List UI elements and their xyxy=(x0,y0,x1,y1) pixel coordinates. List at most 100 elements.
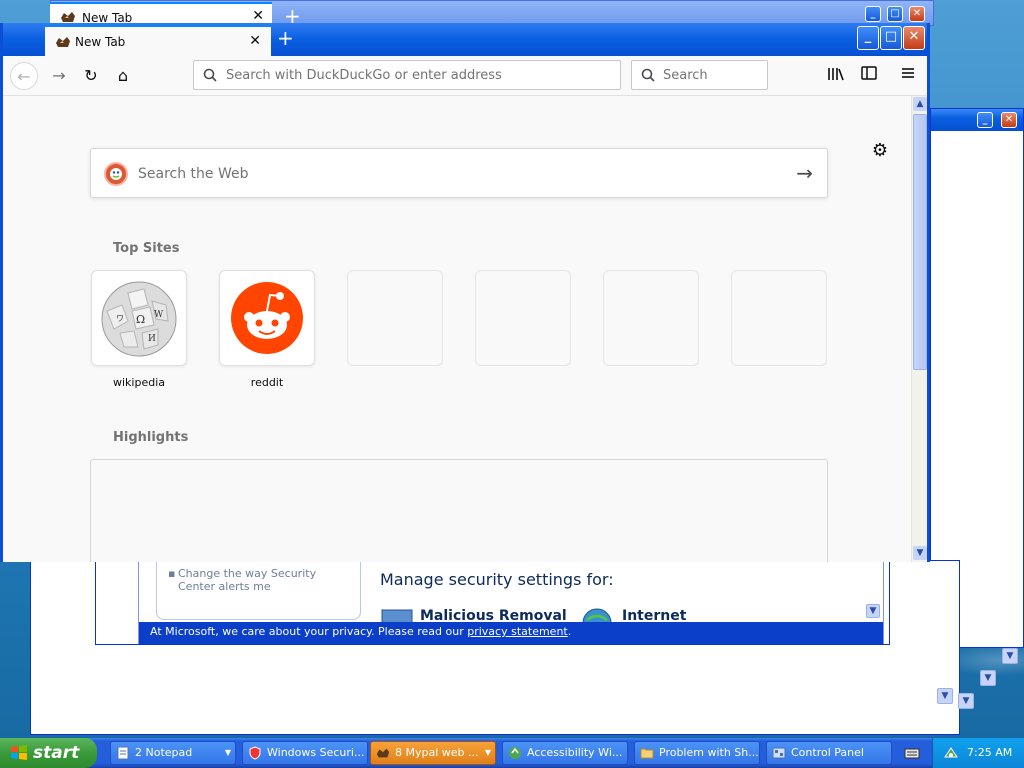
navigation-toolbar: ← → ↻ ⌂ Search with DuckDuckGo or enter … xyxy=(3,56,927,96)
internet-options-link[interactable]: Internet Options xyxy=(622,608,752,622)
keyboard-icon[interactable] xyxy=(904,746,920,760)
internet-options-icon[interactable] xyxy=(582,608,616,622)
scroll-down-arrow[interactable]: ▼ xyxy=(913,546,927,560)
active-tab[interactable]: New Tab ✕ xyxy=(45,25,271,56)
top-site-tile-reddit[interactable] xyxy=(219,270,315,366)
top-site-tile-empty xyxy=(603,270,699,366)
scroll-down-arrow[interactable]: ▼ xyxy=(980,670,996,686)
top-site-tile-wikipedia[interactable]: Ω W ワ И xyxy=(91,270,187,366)
highlights-panel xyxy=(90,459,828,562)
privacy-footer: At Microsoft, we care about your privacy… xyxy=(139,622,883,644)
top-sites-heading: Top Sites xyxy=(113,241,180,256)
scroll-down-arrow[interactable]: ▼ xyxy=(1002,648,1018,664)
maximize-button[interactable]: □ xyxy=(880,26,902,50)
svg-text:Ω: Ω xyxy=(136,313,145,326)
search-submit-arrow-icon[interactable]: → xyxy=(796,161,813,185)
malicious-removal-tool-link[interactable]: Malicious Removal Tool xyxy=(420,608,580,622)
search-bar[interactable]: Search xyxy=(631,60,768,90)
close-tab-icon[interactable]: ✕ xyxy=(252,8,264,24)
scroll-down-arrow[interactable]: ▼ xyxy=(937,688,953,704)
new-tab-icon[interactable]: + xyxy=(277,26,294,50)
menu-icon[interactable] xyxy=(898,66,918,86)
browser-window: New Tab ✕ + _ □ ✕ ← → ↻ ⌂ Search with Du… xyxy=(0,23,930,562)
dropdown-arrow-icon: ▼ xyxy=(484,748,491,757)
taskbar-item-control-panel[interactable]: Control Panel xyxy=(766,741,892,765)
taskbar-item-label: Control Panel xyxy=(791,746,864,759)
tab-title: New Tab xyxy=(75,35,126,49)
scroll-down-arrow[interactable]: ▼ xyxy=(958,693,974,709)
home-icon[interactable]: ⌂ xyxy=(109,62,137,90)
taskbar-item-notepad[interactable]: 2 Notepad ▼ xyxy=(110,741,236,765)
minimize-button[interactable]: _ xyxy=(977,112,993,128)
new-tab-page: ⚙ Search the Web → Top Sites Ω W ワ И wik… xyxy=(3,96,911,562)
start-label: start xyxy=(33,743,80,763)
taskbar-item-security-center[interactable]: Windows Securi... xyxy=(242,741,368,765)
taskbar-item-mypal[interactable]: 8 Mypal web ... ▼ xyxy=(370,741,496,765)
reload-icon[interactable]: ↻ xyxy=(77,62,105,90)
close-button[interactable]: ✕ xyxy=(1001,112,1017,128)
shield-icon xyxy=(249,746,261,760)
taskbar-item-accessibility-wizard[interactable]: Accessibility Wi... xyxy=(502,741,628,765)
alert-settings-link[interactable]: ▪ Change the way Security Center alerts … xyxy=(168,567,353,593)
svg-text:ワ: ワ xyxy=(116,314,124,323)
privacy-footer-text: At Microsoft, we care about your privacy… xyxy=(150,625,468,638)
close-button[interactable]: ✕ xyxy=(909,6,925,22)
address-bar[interactable]: Search with DuckDuckGo or enter address xyxy=(193,60,621,90)
top-site-label-reddit[interactable]: reddit xyxy=(219,376,315,389)
scroll-down-arrow[interactable]: ▼ xyxy=(866,604,880,618)
taskbar-item-label: 2 Notepad xyxy=(135,746,193,759)
mypal-icon xyxy=(56,37,70,47)
web-search-placeholder: Search the Web xyxy=(138,166,249,182)
dropdown-arrow-icon: ▼ xyxy=(224,748,231,757)
bullet-icon: ▪ xyxy=(168,567,176,580)
privacy-footer-end: . xyxy=(567,625,572,638)
start-button[interactable]: start xyxy=(0,738,97,768)
alert-settings-link-text[interactable]: Change the way Security Center alerts me xyxy=(178,567,316,593)
top-site-tile-empty xyxy=(475,270,571,366)
close-button[interactable]: ✕ xyxy=(903,26,925,50)
network-icon[interactable] xyxy=(943,745,959,761)
svg-text:W: W xyxy=(154,310,164,320)
wizard-icon xyxy=(509,747,521,759)
scroll-up-arrow[interactable]: ▲ xyxy=(913,97,927,111)
top-site-label-wikipedia[interactable]: wikipedia xyxy=(91,376,187,389)
privacy-statement-link[interactable]: privacy statement xyxy=(467,625,568,638)
taskbar-item-label: Windows Securi... xyxy=(267,746,365,759)
minimize-button[interactable]: _ xyxy=(857,26,879,50)
back-arrow-icon[interactable]: ← xyxy=(10,62,38,90)
taskbar: start 2 Notepad ▼ Windows Securi... 8 My… xyxy=(0,738,1024,768)
taskbar-item-label: 8 Mypal web ... xyxy=(395,746,479,759)
reddit-icon xyxy=(231,282,303,354)
sidebar-icon[interactable] xyxy=(859,66,879,86)
highlights-heading: Highlights xyxy=(113,430,189,445)
taskbar-item-problem-folder[interactable]: Problem with Sh... xyxy=(634,741,760,765)
mypal-icon xyxy=(376,748,390,758)
address-bar-placeholder: Search with DuckDuckGo or enter address xyxy=(226,68,502,83)
taskbar-item-label: Problem with Sh... xyxy=(659,746,759,759)
close-tab-icon[interactable]: ✕ xyxy=(249,33,261,49)
duckduckgo-icon xyxy=(104,162,128,186)
folder-icon xyxy=(640,748,654,759)
mypal-icon xyxy=(61,12,75,22)
search-bar-placeholder: Search xyxy=(663,68,708,83)
system-tray: 7:25 AM xyxy=(932,738,1024,768)
malicious-removal-tool-icon[interactable] xyxy=(380,608,420,622)
browser-title-bar[interactable]: New Tab ✕ + _ □ ✕ xyxy=(3,23,927,56)
scrollbar-thumb[interactable] xyxy=(913,114,927,370)
library-icon[interactable] xyxy=(826,66,846,86)
forward-arrow-icon[interactable]: → xyxy=(45,62,73,90)
web-search-box[interactable]: Search the Web → xyxy=(90,148,828,198)
vertical-scrollbar[interactable]: ▲ ▼ xyxy=(911,96,927,562)
wikipedia-icon: Ω W ワ И xyxy=(101,281,177,357)
maximize-button[interactable]: □ xyxy=(887,6,903,22)
gear-icon[interactable]: ⚙ xyxy=(869,140,891,162)
clock[interactable]: 7:25 AM xyxy=(967,746,1012,759)
top-site-tile-empty xyxy=(731,270,827,366)
svg-text:И: И xyxy=(148,334,156,344)
notepad-icon xyxy=(117,746,129,760)
top-site-tile-empty xyxy=(347,270,443,366)
windows-logo-icon xyxy=(11,745,27,760)
manage-security-heading: Manage security settings for: xyxy=(380,570,614,589)
minimize-button[interactable]: _ xyxy=(865,6,881,22)
control-panel-icon xyxy=(772,747,786,759)
